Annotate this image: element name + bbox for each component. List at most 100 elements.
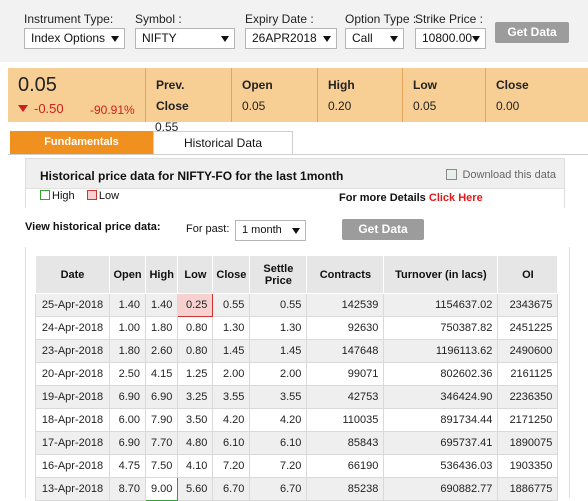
table-cell: 1196113.62: [383, 339, 499, 363]
close-label: Close: [496, 78, 529, 92]
open-label: Open: [242, 78, 273, 92]
table-cell: 99071: [306, 362, 385, 386]
table-cell: 4.20: [212, 408, 251, 432]
table-row: 20-Apr-2018 2.50 4.15 1.25 2.00 2.00 99071 8026…: [35, 362, 559, 386]
table-cell: 4.75: [109, 454, 146, 478]
col-contracts[interactable]: Contracts: [306, 255, 385, 294]
option-type-label: Option Type :: [345, 12, 417, 26]
instrument-type-group: Instrument Type: Index Options: [24, 12, 125, 49]
table-cell: 6.90: [109, 431, 146, 455]
chevron-down-icon: [111, 36, 119, 42]
table-cell: 802602.36: [383, 362, 499, 386]
table-cell: 1.45: [212, 339, 251, 363]
table-cell: 85843: [306, 431, 385, 455]
table-cell: 1.25: [177, 362, 214, 386]
expiry-date-group: Expiry Date : 26APR2018: [245, 12, 337, 49]
table-cell: 0.55: [249, 293, 308, 317]
expiry-date-label: Expiry Date :: [245, 12, 314, 26]
table-cell: 1.80: [109, 339, 146, 363]
strike-price-label: Strike Price :: [415, 12, 484, 26]
table-cell: 110035: [306, 408, 385, 432]
table-cell: 6.70: [249, 477, 308, 501]
table-cell: 3.25: [177, 385, 214, 409]
table-cell: 1.30: [249, 316, 308, 340]
table-cell: 42753: [306, 385, 385, 409]
table-row: 17-Apr-2018 6.90 7.70 4.80 6.10 6.10 85843 6957…: [35, 431, 559, 455]
table-row: 16-Apr-2018 4.75 7.50 4.10 7.20 7.20 66190 5364…: [35, 454, 559, 478]
table-cell: 1.80: [144, 316, 179, 340]
high-label: High: [328, 78, 355, 92]
col-date[interactable]: Date: [35, 255, 110, 294]
symbol-value: NIFTY: [142, 31, 177, 45]
high-cell: High 0.20: [317, 68, 402, 122]
table-cell: 8.70: [109, 477, 146, 501]
tab-fundamentals[interactable]: Fundamentals: [10, 131, 153, 154]
table-cell: 6.10: [249, 431, 308, 455]
table-cell: 536436.03: [383, 454, 499, 478]
table-cell: 2451225: [497, 316, 559, 340]
more-details: For more Details Click Here: [339, 192, 483, 204]
change-percent: -90.91%: [90, 103, 135, 117]
click-here-link[interactable]: Click Here: [429, 192, 483, 204]
quote-bar: 0.05 -0.50 -90.91% Prev. Close Open 0.05…: [8, 68, 588, 122]
table-row: 23-Apr-2018 1.80 2.60 0.80 1.45 1.45 147648 119…: [35, 339, 559, 363]
table-cell: 7.50: [144, 454, 179, 478]
strike-price-select[interactable]: 10800.00: [415, 28, 486, 49]
table-cell: 1886775: [497, 477, 559, 501]
high-legend-swatch: [40, 190, 50, 200]
table-cell: 92630: [306, 316, 385, 340]
legend: High Low: [40, 190, 119, 202]
low-label: Low: [413, 78, 437, 92]
more-details-text: For more Details: [339, 192, 426, 204]
table-cell: 891734.44: [383, 408, 499, 432]
table-cell: 1.30: [212, 316, 251, 340]
table-cell: 20-Apr-2018: [35, 362, 110, 386]
chevron-down-icon: [292, 228, 300, 234]
col-open[interactable]: Open: [109, 255, 146, 294]
table-cell: 750387.82: [383, 316, 499, 340]
instrument-type-value: Index Options: [31, 31, 106, 45]
expiry-date-select[interactable]: 26APR2018: [245, 28, 337, 49]
table-cell: 85238: [306, 477, 385, 501]
table-cell: 4.20: [249, 408, 308, 432]
get-data-button-2[interactable]: Get Data: [342, 219, 424, 240]
open-value: 0.05: [242, 99, 266, 113]
col-close[interactable]: Close: [212, 255, 251, 294]
symbol-select[interactable]: NIFTY: [135, 28, 235, 49]
col-oi[interactable]: OI: [497, 255, 559, 294]
col-settle-price[interactable]: Settle Price: [249, 255, 308, 294]
table-cell: 2161125: [497, 362, 559, 386]
table-cell: 4.10: [177, 454, 214, 478]
col-low[interactable]: Low: [177, 255, 214, 294]
table-cell: 18-Apr-2018: [35, 408, 110, 432]
table-cell: 13-Apr-2018: [35, 477, 110, 501]
table-cell: 6.90: [144, 385, 179, 409]
tab-divider: [8, 154, 588, 155]
period-select[interactable]: 1 month: [235, 220, 306, 241]
table-cell: 695737.41: [383, 431, 499, 455]
table-cell: 6.90: [109, 385, 146, 409]
instrument-type-select[interactable]: Index Options: [24, 28, 125, 49]
chevron-down-icon: [390, 36, 398, 42]
col-turnover[interactable]: Turnover (in lacs): [383, 255, 499, 294]
get-data-button[interactable]: Get Data: [495, 22, 569, 43]
table-cell: 2171250: [497, 408, 559, 432]
table-cell: 6.00: [109, 408, 146, 432]
instrument-type-label: Instrument Type:: [24, 12, 114, 26]
option-type-select[interactable]: Call: [345, 28, 404, 49]
table-cell: 2490600: [497, 339, 559, 363]
table-cell: 1.40: [144, 293, 179, 317]
filter-bar: Instrument Type: Index Options Symbol : …: [0, 0, 588, 62]
table-cell: 1.40: [109, 293, 146, 317]
table-row: 19-Apr-2018 6.90 6.90 3.25 3.55 3.55 42753 3464…: [35, 385, 559, 409]
table-cell: 19-Apr-2018: [35, 385, 110, 409]
tab-historical-data[interactable]: Historical Data: [153, 131, 293, 155]
table-cell: 2236350: [497, 385, 559, 409]
table-cell: 25-Apr-2018: [35, 293, 110, 317]
table-body: 25-Apr-2018 1.40 1.40 0.25 0.55 0.55 142539 115…: [35, 293, 559, 501]
download-link[interactable]: Download this data: [446, 169, 556, 181]
table-cell: 9.00: [144, 477, 179, 501]
col-high[interactable]: High: [144, 255, 179, 294]
table-cell: 2.50: [109, 362, 146, 386]
change-value: -0.50: [34, 101, 64, 116]
